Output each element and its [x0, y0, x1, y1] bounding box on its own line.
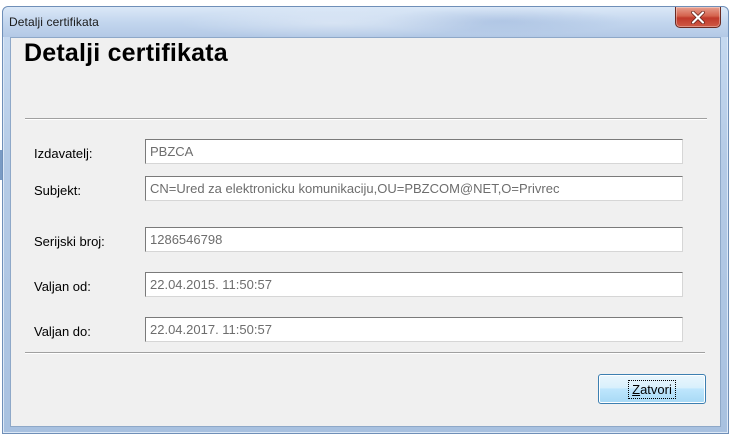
subject-field[interactable]: CN=Ured za elektronicku komunikaciju,OU=… [145, 176, 683, 201]
dialog-heading: Detalji certifikata [24, 39, 228, 67]
valid-to-field[interactable]: 22.04.2017. 11:50:57 [145, 317, 683, 342]
close-button-label: Zatvori [628, 379, 676, 399]
heading-divider [25, 118, 707, 120]
title-bar[interactable]: Detalji certifikata [3, 7, 728, 37]
close-dialog-button[interactable]: Zatvori [598, 374, 706, 404]
issuer-label: Izdavatelj: [34, 146, 93, 161]
valid-to-label: Valjan do: [34, 324, 91, 339]
subject-label: Subjekt: [34, 183, 81, 198]
window-close-button[interactable] [675, 7, 721, 28]
issuer-field[interactable]: PBZCA [145, 139, 683, 164]
close-button-mnemonic: Z [632, 381, 641, 397]
close-button-text: atvori [640, 381, 672, 397]
serial-number-label: Serijski broj: [34, 234, 105, 249]
window-title: Detalji certifikata [9, 15, 99, 29]
serial-number-field[interactable]: 1286546798 [145, 227, 683, 252]
valid-from-label: Valjan od: [34, 279, 91, 294]
close-icon [691, 10, 705, 24]
dialog-window: Detalji certifikata [2, 6, 729, 434]
valid-from-field[interactable]: 22.04.2015. 11:50:57 [145, 272, 683, 297]
footer-divider [25, 352, 705, 354]
